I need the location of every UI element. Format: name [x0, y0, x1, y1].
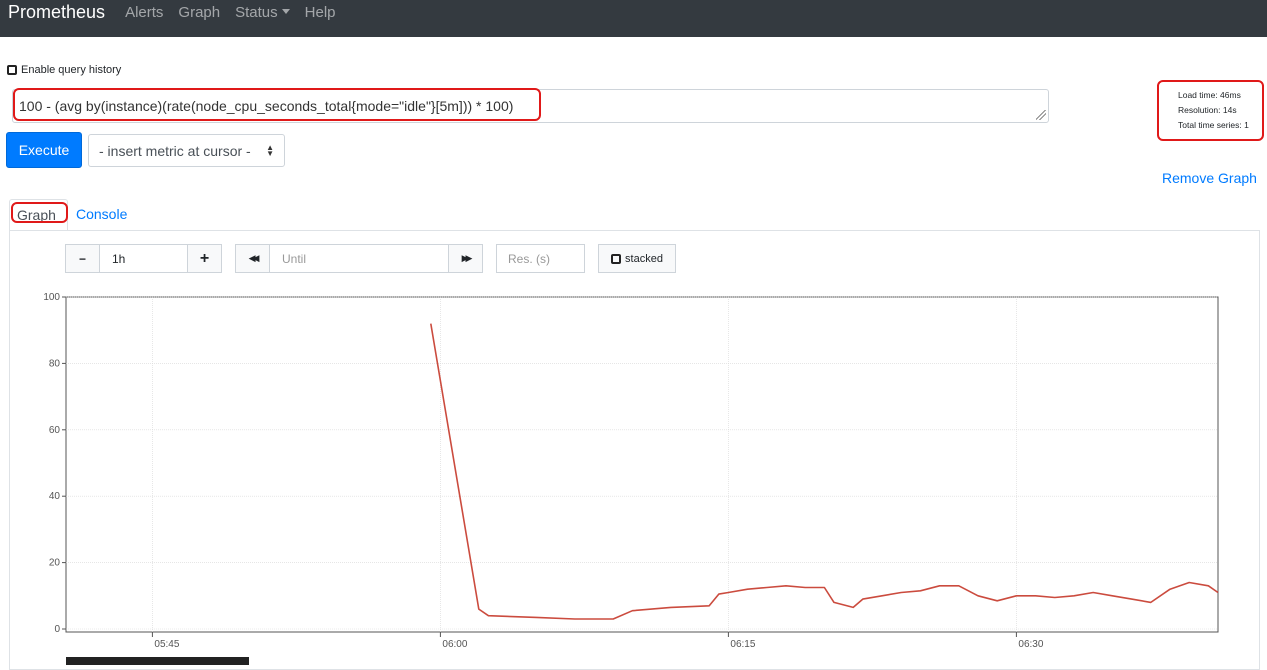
plot-frame	[65, 296, 1219, 633]
x-tick-label: 06:15	[730, 639, 755, 650]
forward-button[interactable]: ▶▶	[448, 244, 483, 273]
stacked-checkbox[interactable]	[611, 253, 622, 264]
highlight-box-expression	[13, 88, 541, 121]
stacked-toggle[interactable]: stacked	[598, 244, 676, 273]
stacked-label: stacked	[625, 252, 663, 265]
back-button[interactable]: ◀◀	[235, 244, 270, 273]
highlight-box-graph-tab	[11, 202, 68, 223]
y-tick-label: 20	[49, 558, 61, 569]
x-tick-label: 06:00	[442, 639, 467, 650]
query-history-toggle[interactable]: Enable query history	[7, 64, 121, 76]
query-history-checkbox[interactable]	[7, 65, 17, 75]
range-decrease-button[interactable]: −	[65, 244, 100, 273]
y-tick-label: 100	[43, 292, 60, 303]
cpu-usage-chart[interactable]: 0 20 40 60 80 100 05:45 06:00 06:15 06:30	[0, 280, 1267, 665]
query-history-label: Enable query history	[21, 64, 122, 76]
until-input[interactable]: Until	[269, 244, 449, 273]
remove-graph-link[interactable]: Remove Graph	[1162, 170, 1257, 186]
nav-status[interactable]: Status	[235, 4, 290, 21]
range-input[interactable]: 1h	[99, 244, 188, 273]
nav-status-label: Status	[235, 4, 278, 21]
legend-bar	[66, 657, 249, 665]
x-tick-label: 05:45	[154, 639, 179, 650]
insert-metric-label: - insert metric at cursor -	[99, 142, 251, 159]
top-navbar: Prometheus Alerts Graph Status Help	[0, 0, 1267, 37]
chevron-down-icon	[281, 9, 290, 14]
tab-console[interactable]: Console	[76, 206, 127, 222]
range-increase-button[interactable]: +	[187, 244, 222, 273]
y-tick-label: 80	[49, 358, 61, 369]
nav-alerts[interactable]: Alerts	[125, 4, 163, 21]
resize-handle-icon[interactable]	[1036, 110, 1046, 120]
y-tick-label: 0	[54, 624, 60, 635]
select-arrows-icon: ▲ ▼	[266, 143, 274, 158]
brand-logo[interactable]: Prometheus	[8, 2, 105, 23]
nav-graph[interactable]: Graph	[178, 4, 220, 21]
y-tick-label: 40	[49, 491, 61, 502]
highlight-box-stats	[1157, 80, 1264, 141]
series-line-0	[430, 323, 1219, 620]
execute-button[interactable]: Execute	[6, 132, 82, 168]
x-tick-label: 06:30	[1018, 639, 1043, 650]
insert-metric-select[interactable]: - insert metric at cursor - ▲ ▼	[88, 134, 285, 167]
nav-help[interactable]: Help	[305, 4, 336, 21]
y-tick-label: 60	[49, 425, 61, 436]
resolution-input[interactable]: Res. (s)	[496, 244, 585, 273]
